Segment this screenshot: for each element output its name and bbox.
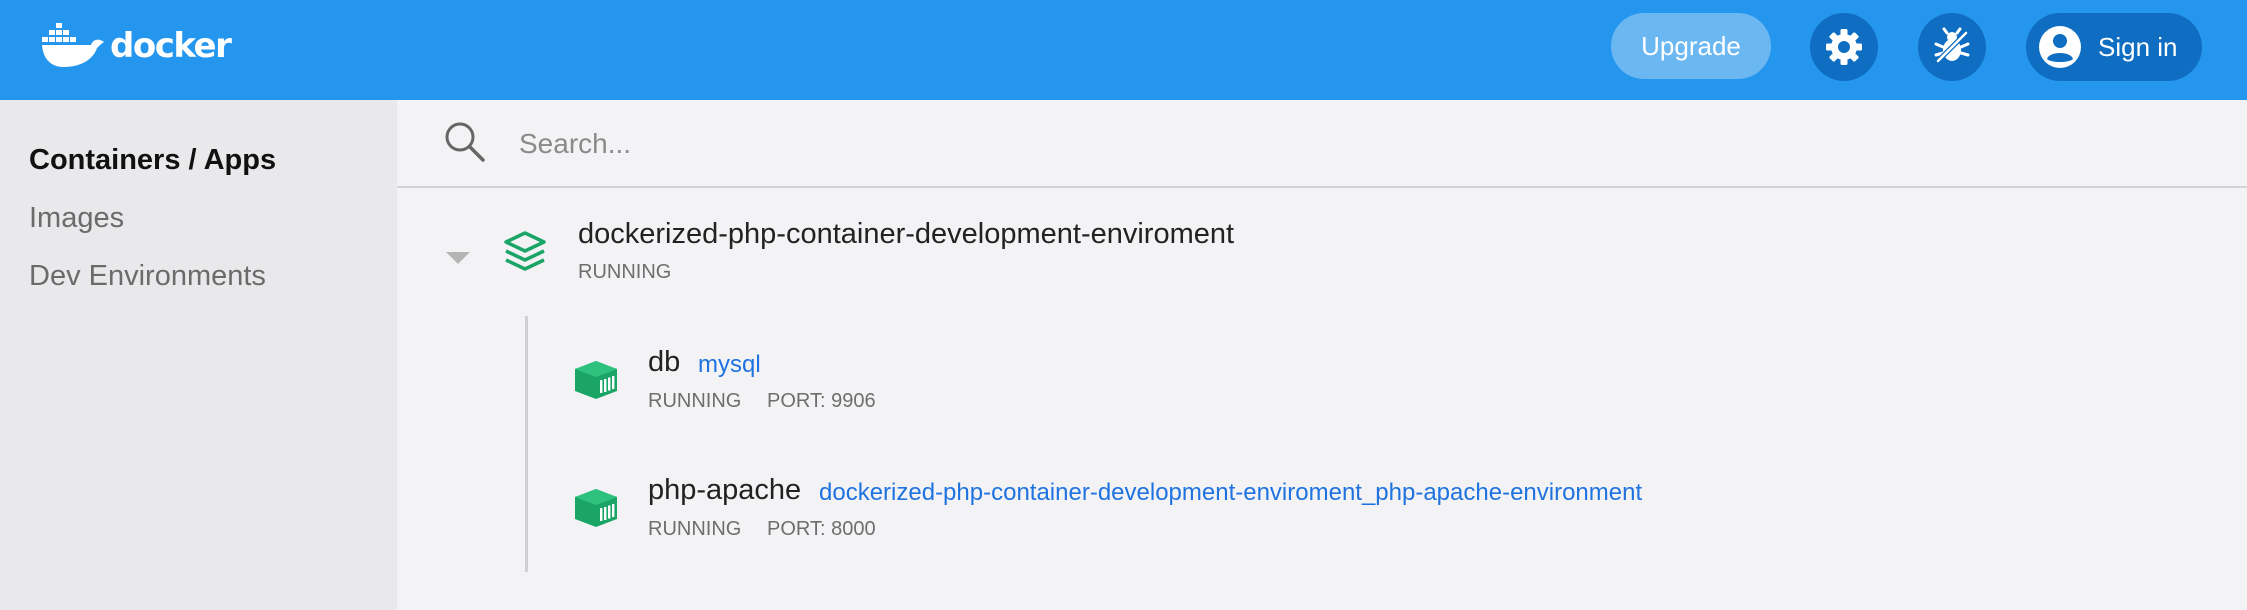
container-icon xyxy=(575,361,617,399)
sign-in-button[interactable]: Sign in xyxy=(2026,13,2202,81)
search-input[interactable] xyxy=(517,120,2121,168)
troubleshoot-button[interactable] xyxy=(1918,13,1986,81)
container-name[interactable]: db xyxy=(648,346,680,379)
sidebar-item-images[interactable]: Images xyxy=(29,202,124,235)
app-name[interactable]: dockerized-php-container-development-env… xyxy=(578,218,1234,251)
sign-in-label: Sign in xyxy=(2098,31,2178,62)
container-port: PORT: 8000 xyxy=(767,518,876,540)
bug-icon xyxy=(1934,27,1970,63)
gear-icon xyxy=(1826,29,1862,65)
app-header: docker Upgrade Sign in xyxy=(0,0,2247,100)
container-icon xyxy=(575,489,617,527)
docker-logo[interactable]: docker xyxy=(42,20,232,70)
app-status: RUNNING xyxy=(578,261,672,283)
settings-button[interactable] xyxy=(1810,13,1878,81)
container-name[interactable]: php-apache xyxy=(648,474,801,507)
container-image-link[interactable]: mysql xyxy=(698,351,761,379)
container-image-link[interactable]: dockerized-php-container-development-env… xyxy=(819,479,1642,507)
upgrade-button[interactable]: Upgrade xyxy=(1611,13,1771,79)
container-status: RUNNING xyxy=(648,518,742,540)
user-avatar-icon xyxy=(2039,26,2081,68)
main-content: dockerized-php-container-development-env… xyxy=(397,100,2247,610)
tree-line xyxy=(525,316,528,572)
stack-icon xyxy=(504,231,546,271)
sidebar-item-dev-environments[interactable]: Dev Environments xyxy=(29,260,266,293)
collapse-chevron-icon[interactable] xyxy=(445,248,471,268)
container-status: RUNNING xyxy=(648,390,742,412)
docker-whale-icon xyxy=(42,23,104,67)
container-port: PORT: 9906 xyxy=(767,390,876,412)
brand-name: docker xyxy=(110,26,232,66)
search-bar xyxy=(397,100,2247,188)
search-icon xyxy=(445,122,485,162)
sidebar-item-containers-apps[interactable]: Containers / Apps xyxy=(29,144,276,177)
sidebar: Containers / Apps Images Dev Environment… xyxy=(0,100,397,610)
